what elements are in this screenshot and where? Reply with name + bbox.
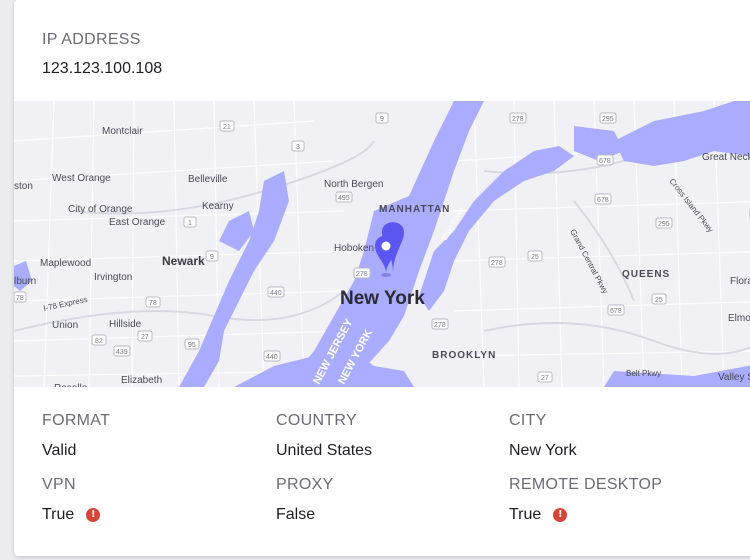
svg-text:Belleville: Belleville	[188, 174, 228, 185]
city-label: CITY	[509, 412, 547, 429]
svg-text:North Bergen: North Bergen	[324, 179, 383, 190]
svg-text:27: 27	[141, 334, 149, 341]
svg-text:95: 95	[188, 342, 196, 349]
svg-text:1: 1	[188, 220, 192, 227]
svg-text:East Orange: East Orange	[109, 217, 166, 228]
location-map[interactable]: Montclair West Orange Belleville North B…	[14, 100, 750, 394]
details-row-1: FORMAT Valid COUNTRY United States CITY …	[42, 412, 742, 476]
format-label: FORMAT	[42, 412, 111, 429]
svg-text:Hoboken: Hoboken	[334, 243, 374, 254]
svg-text:MANHATTAN: MANHATTAN	[379, 204, 450, 215]
city-field: CITY New York	[509, 412, 577, 460]
svg-text:Valley S: Valley S	[718, 372, 750, 383]
svg-text:Flora: Flora	[730, 276, 750, 287]
svg-text:Roselle: Roselle	[54, 383, 88, 387]
svg-text:Union: Union	[52, 320, 78, 331]
map-canvas: Montclair West Orange Belleville North B…	[14, 100, 750, 394]
details-row-2: VPN True ! PROXY False REMOTE DESKTOP Tr…	[42, 476, 742, 540]
svg-text:295: 295	[658, 221, 670, 228]
svg-text:27: 27	[541, 375, 549, 382]
vpn-field: VPN True !	[42, 476, 101, 524]
svg-text:82: 82	[95, 338, 103, 345]
proxy-field: PROXY False	[276, 476, 334, 524]
remote-desktop-field: REMOTE DESKTOP True !	[509, 476, 662, 524]
svg-text:278: 278	[512, 116, 524, 123]
svg-text:278: 278	[434, 322, 446, 329]
vpn-value: True	[42, 506, 75, 523]
svg-text:440: 440	[266, 354, 278, 361]
remote-desktop-value: True	[509, 506, 542, 523]
svg-text:Elmo: Elmo	[728, 313, 750, 324]
ip-address-section: IP ADDRESS 123.123.100.108	[42, 31, 162, 78]
format-value: Valid	[42, 442, 77, 459]
svg-text:New York: New York	[340, 288, 425, 309]
country-label: COUNTRY	[276, 412, 357, 429]
ip-address-label: IP ADDRESS	[42, 31, 141, 48]
svg-text:Maplewood: Maplewood	[40, 258, 91, 269]
svg-text:278: 278	[356, 271, 368, 278]
svg-text:9: 9	[380, 116, 384, 123]
svg-text:Newark: Newark	[162, 254, 205, 268]
svg-text:Hillside: Hillside	[109, 319, 142, 330]
svg-text:25: 25	[655, 297, 663, 304]
svg-text:City of Orange: City of Orange	[68, 204, 133, 215]
svg-text:439: 439	[116, 349, 128, 356]
country-field: COUNTRY United States	[276, 412, 372, 460]
svg-text:Great Neck: Great Neck	[702, 152, 750, 163]
svg-text:lburn: lburn	[14, 276, 36, 287]
svg-text:278: 278	[491, 260, 503, 267]
svg-text:78: 78	[16, 295, 24, 302]
svg-text:3: 3	[296, 144, 300, 151]
svg-text:440: 440	[270, 290, 282, 297]
format-field: FORMAT Valid	[42, 412, 110, 460]
svg-text:678: 678	[599, 158, 611, 165]
svg-text:Montclair: Montclair	[102, 126, 143, 137]
remote-desktop-label: REMOTE DESKTOP	[509, 476, 663, 493]
proxy-label: PROXY	[276, 476, 334, 493]
svg-text:Irvington: Irvington	[94, 272, 132, 283]
svg-text:678: 678	[597, 197, 609, 204]
ip-address-value: 123.123.100.108	[42, 60, 163, 77]
svg-text:QUEENS: QUEENS	[622, 269, 670, 280]
svg-text:ston: ston	[14, 181, 33, 192]
svg-text:25: 25	[531, 254, 539, 261]
svg-text:West Orange: West Orange	[52, 173, 111, 184]
proxy-value: False	[276, 506, 316, 523]
svg-text:Elizabeth: Elizabeth	[121, 375, 162, 386]
vpn-label: VPN	[42, 476, 76, 493]
ip-details-grid: FORMAT Valid COUNTRY United States CITY …	[42, 412, 742, 540]
ip-info-card: IP ADDRESS 123.123.100.108 Montclair Wes…	[14, 0, 750, 556]
svg-text:21: 21	[223, 124, 231, 131]
svg-text:Belt Pkwy: Belt Pkwy	[626, 369, 661, 378]
country-value: United States	[276, 442, 373, 459]
svg-text:9: 9	[210, 254, 214, 261]
svg-text:Kearny: Kearny	[202, 201, 234, 212]
exclamation-icon[interactable]: !	[553, 508, 568, 522]
svg-text:78: 78	[149, 300, 157, 307]
svg-text:295: 295	[602, 116, 614, 123]
svg-text:BROOKLYN: BROOKLYN	[432, 350, 496, 361]
city-value: New York	[509, 442, 577, 459]
svg-text:495: 495	[338, 195, 350, 202]
exclamation-icon[interactable]: !	[86, 508, 101, 522]
svg-text:678: 678	[610, 308, 622, 315]
